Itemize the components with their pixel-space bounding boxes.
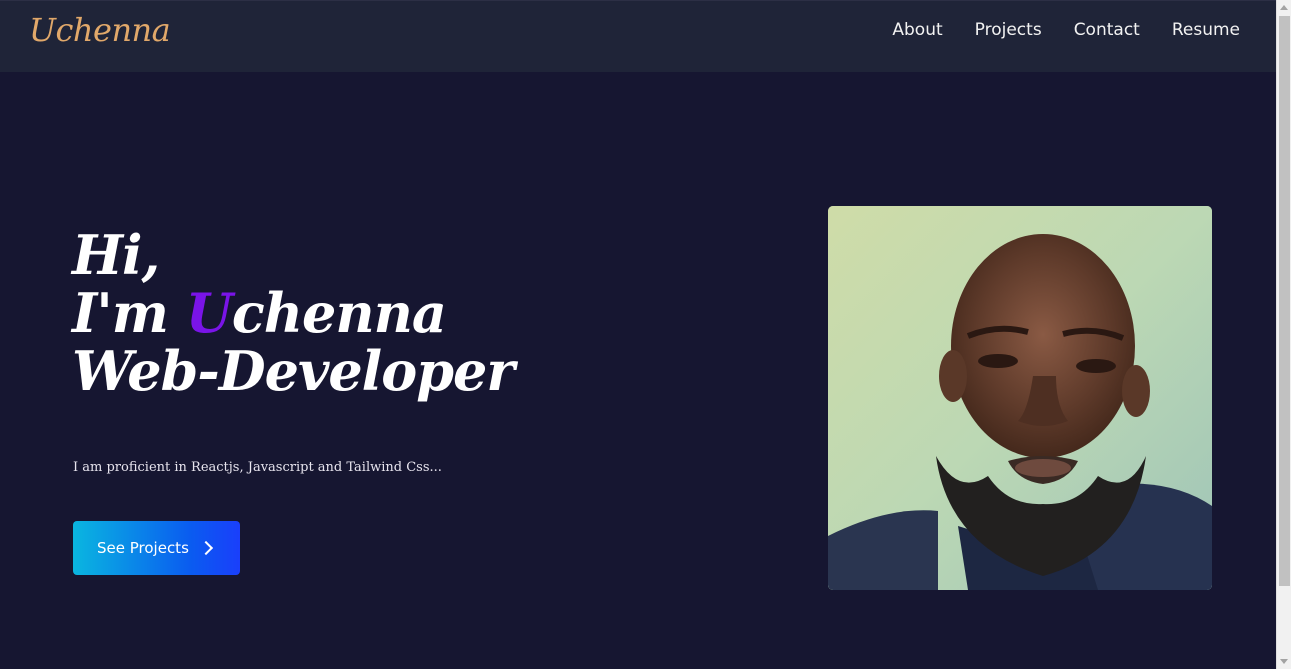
chevron-right-icon bbox=[198, 540, 213, 556]
profile-photo-illustration bbox=[828, 206, 1212, 590]
hero-role: Web-Developer bbox=[72, 339, 515, 403]
hero-greeting: Hi, bbox=[72, 223, 160, 287]
nav-links: About Projects Contact Resume bbox=[892, 20, 1240, 40]
nav-link-projects[interactable]: Projects bbox=[975, 20, 1042, 40]
hero-intro-prefix: I'm bbox=[72, 281, 186, 345]
page: Uchenna About Projects Contact Resume Hi… bbox=[0, 0, 1276, 669]
logo[interactable]: Uchenna bbox=[29, 11, 171, 49]
navbar: Uchenna About Projects Contact Resume bbox=[0, 0, 1276, 72]
see-projects-label: See Projects bbox=[97, 539, 189, 557]
scroll-down-arrow-icon[interactable] bbox=[1280, 659, 1288, 664]
scrollbar[interactable] bbox=[1276, 0, 1291, 669]
nav-link-resume[interactable]: Resume bbox=[1172, 20, 1240, 40]
scroll-thumb[interactable] bbox=[1279, 16, 1290, 586]
profile-photo bbox=[828, 206, 1212, 590]
nav-link-contact[interactable]: Contact bbox=[1074, 20, 1140, 40]
hero-name-rest: chenna bbox=[231, 281, 447, 345]
hero-description: I am proficient in Reactjs, Javascript a… bbox=[73, 460, 442, 475]
see-projects-button[interactable]: See Projects bbox=[73, 521, 240, 575]
scroll-up-arrow-icon[interactable] bbox=[1280, 5, 1288, 10]
hero-name-accent: U bbox=[185, 281, 233, 345]
hero-title: Hi, I'm Uchenna Web-Developer bbox=[72, 223, 515, 403]
nav-link-about[interactable]: About bbox=[892, 20, 942, 40]
